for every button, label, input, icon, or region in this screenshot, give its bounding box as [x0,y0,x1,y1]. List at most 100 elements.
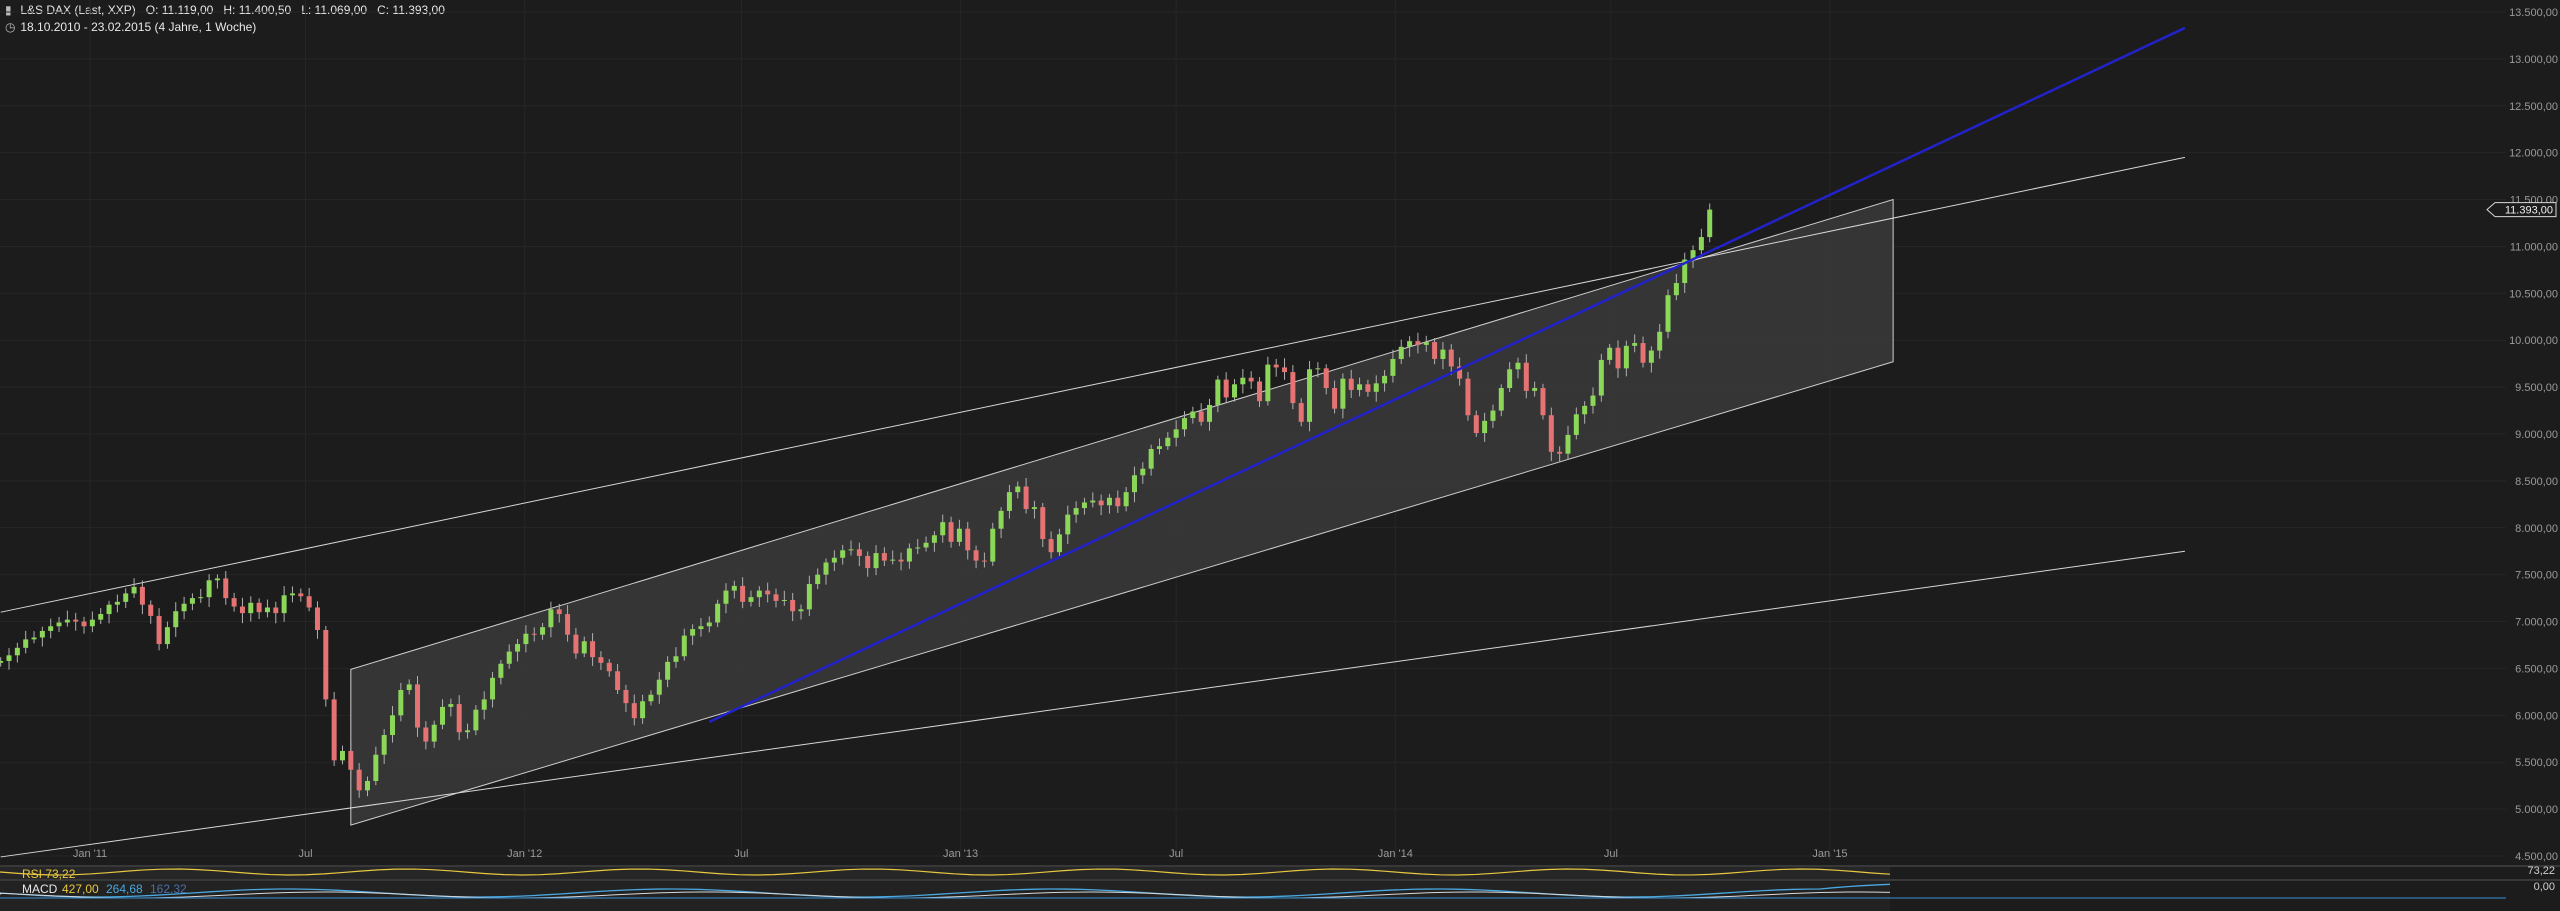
candle-body [1131,475,1137,493]
candle-body [164,627,170,645]
candle-body [1623,345,1629,369]
candle-body [515,644,521,652]
candle-body [189,598,195,604]
candle-bull [1240,369,1246,394]
candle-body [1232,384,1238,398]
candle-body [1515,362,1521,370]
candle-body [0,660,4,663]
candle-body [1348,378,1354,390]
candle-body [98,614,104,620]
candle-body [1407,341,1413,347]
candle-bear [1290,365,1296,410]
candle-body [890,559,896,561]
candle-bull [1598,353,1604,402]
candle-body [306,596,312,608]
candle-bear [239,597,245,624]
candle-body [781,599,787,601]
candle-body [1632,343,1638,346]
candle-body [1340,378,1346,409]
candle-body [631,703,637,719]
x-tick-label: Jan '13 [943,848,978,860]
candle-body [706,622,712,627]
candle-bear [139,580,145,615]
candle-body [1573,414,1579,435]
candle-bull [990,522,996,566]
candle-bull [123,588,129,608]
y-tick-label: 7.000,00 [2515,617,2558,629]
candle-bear [256,598,262,620]
y-tick-label: 10.500,00 [2509,288,2558,300]
candle-body [1590,395,1596,406]
candle-body [673,656,679,662]
candle-body [573,634,579,654]
candle-body [1532,388,1538,391]
x-tick-label: Jan '14 [1378,848,1413,860]
candle-body [615,671,621,691]
candle-body [906,548,912,562]
x-tick-label: Jan '15 [1812,848,1847,860]
candle-body [1248,377,1254,382]
candle-body [314,607,320,630]
candle-body [73,619,79,622]
candle-body [1657,331,1663,351]
candle-body [1707,209,1713,238]
candle-bear [1223,372,1229,404]
candle-bear [81,616,87,634]
y-tick-label: 13.000,00 [2509,54,2558,66]
candle-body [1065,514,1071,535]
candle-body [681,635,687,657]
candle-body [1156,446,1162,450]
x-tick-label: Jul [299,848,313,860]
y-tick-label: 4.500,00 [2515,851,2558,863]
candle-body [1448,349,1454,367]
candle-bear [1282,358,1288,380]
candle-body [339,750,345,761]
candle-body [440,706,446,725]
candle-body [1440,349,1446,359]
candle-body [364,780,370,791]
candle-bull [64,610,70,627]
y-tick-label: 12.000,00 [2509,148,2558,160]
candle-body [1165,437,1171,447]
y-tick-label: 8.500,00 [2515,476,2558,488]
candle-body [1482,420,1488,434]
candle-body [723,590,729,604]
candle-bear [1540,383,1546,420]
y-tick-label: 9.000,00 [2515,429,2558,441]
candle-body [1282,367,1288,373]
candle-body [148,604,154,616]
candle-bull [264,599,270,618]
candle-body [456,704,462,733]
candle-body [790,599,796,612]
candle-body [39,630,45,638]
candle-body [381,735,387,755]
candle-body [831,557,837,563]
candle-body [981,560,987,562]
candle-body [640,701,646,719]
candle-body [1140,468,1146,476]
candle-body [431,724,437,742]
price-chart[interactable]: 4.500,00 5.000,00 5.500,00 6.000,00 6.500,00… [0,0,2560,911]
candle-body [273,607,279,614]
candle-body [373,754,379,781]
candle-bull [281,586,287,622]
candle-body [1423,342,1429,345]
candle-bear [273,601,279,624]
rsi-label: RSI 73,22 [22,867,76,881]
candle-body [990,528,996,562]
y-tick-label: 12.500,00 [2509,101,2558,113]
candle-bull [189,593,195,611]
candle-bull [289,586,295,603]
candle-body [1698,237,1704,251]
candle-body [856,549,862,556]
candle-body [81,621,87,627]
candle-body [1106,497,1112,506]
candle-body [823,562,829,575]
candle-body [1031,507,1037,510]
x-tick-label: Jan '12 [507,848,542,860]
x-tick-label: Jul [1169,848,1183,860]
candle-body [656,679,662,695]
candle-body [1290,372,1296,404]
candle-body [1490,410,1496,421]
candle-body [665,661,671,680]
